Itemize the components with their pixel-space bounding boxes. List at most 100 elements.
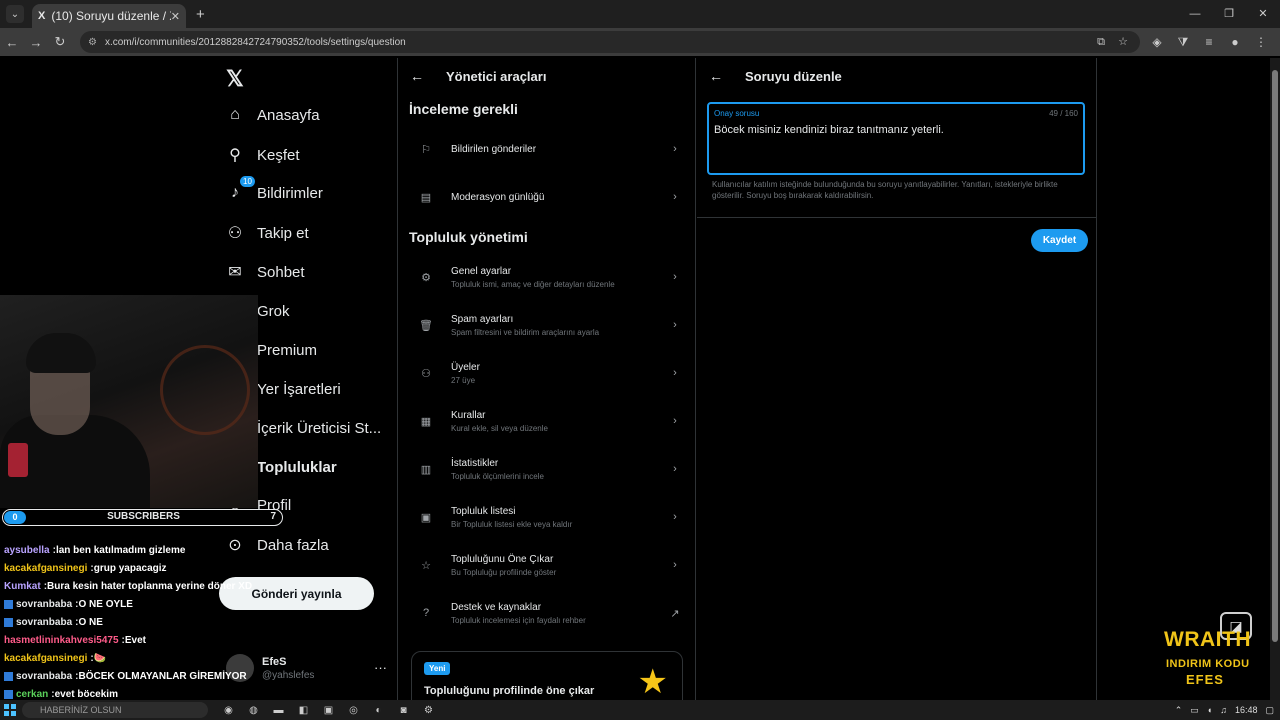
nav-home[interactable]: ⌂ Anasayfa — [226, 106, 320, 124]
spotify-icon[interactable]: ◎ — [341, 705, 366, 716]
nav-communities-label: Topluluklar — [257, 458, 337, 476]
back-arrow-icon[interactable]: ← — [410, 68, 434, 84]
chat-username: cerkan — [16, 688, 49, 700]
edit-question-panel: ← Soruyu düzenle Onay sorusu 49 / 160 Bö… — [697, 58, 1097, 700]
tray-mic-icon[interactable]: ◖ — [1207, 705, 1212, 715]
taskbar-search[interactable]: HABERİNİZ OLSUN — [22, 702, 208, 718]
menu-item-support[interactable]: ? Destek ve kaynaklar Topluluk incelemes… — [398, 589, 695, 637]
edge-icon[interactable]: ◉ — [216, 705, 241, 716]
chat-text: evet böcekim — [54, 688, 118, 700]
notifications-icon[interactable]: ▢ — [1265, 705, 1274, 716]
nav-chat[interactable]: ✉ Sohbet — [226, 262, 304, 282]
store-icon[interactable]: ▣ — [316, 705, 341, 716]
log-icon: ▤ — [420, 191, 432, 204]
notification-badge: 10 — [240, 176, 255, 187]
menu-item-moderation-log[interactable]: ▤ Moderasyon günlüğü › — [398, 173, 695, 221]
chat-message: kacakafgansinegi: 🍉 — [4, 652, 107, 664]
promo-card[interactable]: Yeni Topluluğunu profilinde öne çıkar ★ — [411, 651, 683, 700]
nav-home-label: Anasayfa — [257, 106, 320, 124]
close-window-button[interactable]: ✕ — [1246, 0, 1280, 28]
tray-volume-icon[interactable]: ♫ — [1220, 705, 1227, 715]
flag-icon: ⚐ — [421, 143, 431, 156]
new-badge: Yeni — [424, 662, 451, 675]
nav-creator-studio-label: İçerik Üreticisi St... — [257, 419, 382, 437]
list-icon: ▣ — [420, 511, 432, 524]
minimize-button[interactable]: — — [1178, 0, 1212, 28]
address-bar[interactable]: ⚙ x.com/i/communities/201288284272479035… — [80, 31, 1140, 53]
browser-toolbar: ← → ↻ ⚙ x.com/i/communities/201288284272… — [0, 28, 1280, 56]
tray-chevron-icon[interactable]: ⌃ — [1175, 705, 1183, 716]
divider — [697, 217, 1096, 218]
reload-button[interactable]: ↻ — [48, 34, 72, 50]
menu-item-subtitle: Spam filtresini ve bildirim araçlarını a… — [451, 327, 600, 337]
bookmark-star-icon[interactable]: ☆ — [1112, 31, 1134, 53]
chevron-right-icon: › — [673, 319, 677, 331]
extensions-puzzle-icon[interactable]: ⧩ — [1170, 35, 1196, 50]
outlook-icon[interactable]: ◧ — [291, 705, 316, 716]
chat-message: sovranbaba: O NE — [4, 613, 254, 631]
chat-username: kacakafgansinegi — [4, 652, 88, 664]
chevron-right-icon: › — [673, 191, 677, 203]
reading-list-icon[interactable]: ≡ — [1196, 35, 1222, 49]
chrome-menu-icon[interactable]: ⋮ — [1248, 35, 1274, 49]
copilot-icon[interactable]: ◍ — [241, 705, 266, 716]
account-menu-icon[interactable]: ··· — [374, 660, 387, 675]
chat-text: Bura kesin hater toplanma yerine döner X… — [47, 580, 253, 592]
review-section-title: İnceleme gerekli — [409, 101, 518, 117]
menu-item-rules[interactable]: ▦ Kurallar Kural ekle, sil veya düzenle … — [398, 397, 695, 445]
nav-explore[interactable]: ⚲ Keşfet — [226, 145, 299, 165]
forward-button[interactable]: → — [24, 35, 48, 50]
tab-search-button[interactable]: ⌄ — [6, 5, 24, 23]
star-illustration-icon: ★ — [637, 663, 668, 700]
settings-icon[interactable]: ⚙ — [416, 705, 441, 716]
page-scrollbar[interactable] — [1270, 58, 1280, 700]
save-button[interactable]: Kaydet — [1031, 229, 1088, 252]
tab-title: (10) Soruyu düzenle / X — [51, 9, 171, 23]
menu-item-feature-community[interactable]: ☆ Topluluğunu Öne Çıkar Bu Topluluğu pro… — [398, 541, 695, 589]
scrollbar-thumb[interactable] — [1272, 70, 1278, 642]
menu-item-subtitle: Bir Topluluk listesi ekle veya kaldır — [451, 519, 573, 529]
site-info-icon[interactable]: ⚙ — [88, 37, 97, 48]
question-field-value[interactable]: Böcek misiniz kendinizi biraz tanıtmanız… — [714, 124, 944, 136]
tab-close-icon[interactable]: ✕ — [171, 10, 180, 23]
question-field[interactable]: Onay sorusu 49 / 160 Böcek misiniz kendi… — [707, 102, 1085, 175]
x-logo-icon[interactable]: 𝕏 — [226, 66, 244, 92]
menu-item-subtitle: Topluluk ismi, amaç ve diğer detayları d… — [451, 279, 615, 289]
nav-follow[interactable]: ⚇ Takip et — [226, 223, 309, 243]
clock-time[interactable]: 16:48 — [1235, 705, 1258, 715]
chevron-right-icon: › — [673, 463, 677, 475]
chat-username: kacakafgansinegi — [4, 562, 88, 574]
menu-item-reported-posts[interactable]: ⚐ Bildirilen gönderiler › — [398, 125, 695, 173]
menu-item-community-list[interactable]: ▣ Topluluk listesi Bir Topluluk listesi … — [398, 493, 695, 541]
menu-item-statistics[interactable]: ▥ İstatistikler Topluluk ölçümlerini inc… — [398, 445, 695, 493]
extension-icon[interactable]: ◈ — [1144, 35, 1170, 49]
discord-icon[interactable]: ◙ — [391, 705, 416, 716]
subscribers-goal-bar: 0 SUBSCRIBERS 7 — [2, 509, 283, 526]
nav-follow-label: Takip et — [257, 224, 309, 242]
windows-start-icon[interactable] — [4, 704, 16, 716]
menu-item-spam-settings[interactable]: 🗑 Spam ayarları Spam filtresini ve bildi… — [398, 301, 695, 349]
subscriber-badge-icon — [4, 599, 13, 609]
nav-notifications[interactable]: ♪ 10 Bildirimler — [226, 176, 323, 202]
tray-display-icon[interactable]: ▭ — [1190, 705, 1199, 716]
back-arrow-icon[interactable]: ← — [709, 68, 733, 84]
chrome-icon[interactable]: ◐ — [366, 705, 391, 716]
person-add-icon: ⚇ — [227, 225, 243, 242]
maximize-button[interactable]: ❐ — [1212, 0, 1246, 28]
menu-item-label: Üyeler — [451, 361, 480, 373]
webcam-person-hair — [26, 333, 96, 373]
new-tab-button[interactable]: + — [196, 6, 205, 23]
chat-username: hasmetlininkahvesi5475 — [4, 634, 119, 646]
file-explorer-icon[interactable]: ▬ — [266, 705, 291, 716]
menu-item-label: Destek ve kaynaklar — [451, 601, 542, 613]
edit-question-title: Soruyu düzenle — [745, 68, 842, 84]
menu-item-general-settings[interactable]: ⚙ Genel ayarlar Topluluk ismi, amaç ve d… — [398, 253, 695, 301]
question-field-label: Onay sorusu — [714, 109, 760, 118]
install-app-icon[interactable]: ⧉ — [1090, 31, 1112, 53]
webcam-red-light — [8, 443, 28, 477]
back-button[interactable]: ← — [0, 35, 24, 50]
question-help-text: Kullanıcılar katılım isteğinde bulunduğu… — [712, 180, 1058, 200]
profile-icon[interactable]: ● — [1222, 35, 1248, 49]
menu-item-members[interactable]: ⚇ Üyeler 27 üye › — [398, 349, 695, 397]
browser-tab-active[interactable]: X (10) Soruyu düzenle / X ✕ — [32, 4, 186, 28]
